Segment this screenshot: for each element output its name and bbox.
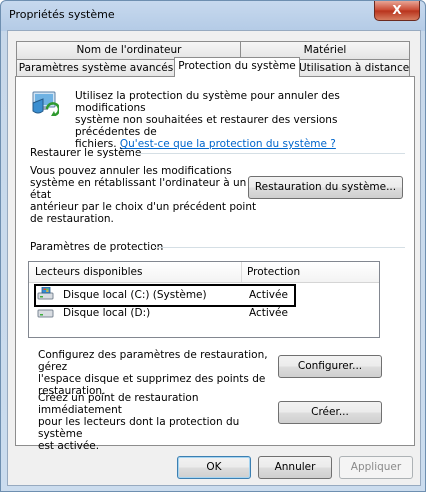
configure-line: Configurez des paramètres de restauratio… <box>38 349 268 373</box>
restore-line: de restauration. <box>30 213 114 225</box>
section-divider <box>155 247 405 248</box>
restore-line: antérieur par le choix d'un précédent po… <box>30 201 257 213</box>
restore-line: système en rétablissant l'ordinateur à u… <box>30 177 247 201</box>
ok-button[interactable]: OK <box>177 456 251 479</box>
create-line: est activée. <box>38 440 100 452</box>
tab-label: Protection du système <box>178 60 296 72</box>
tab-label: Paramètres système avancés <box>18 62 174 74</box>
hard-drive-icon <box>37 309 54 318</box>
tab-label: Utilisation à distance <box>299 62 410 74</box>
drive-row-d[interactable]: Disque local (D:) Activée <box>29 305 379 321</box>
restore-line: Vous pouvez annuler les modifications <box>30 165 232 177</box>
intro-line: Utilisez la protection du système pour a… <box>75 90 340 114</box>
system-properties-window: Propriétés système X Nom de l'ordinateur… <box>0 0 426 492</box>
window-title: Propriétés système <box>9 8 115 21</box>
system-restore-button[interactable]: Restauration du système... <box>248 176 403 199</box>
protection-section-title: Paramètres de protection <box>30 241 164 253</box>
tab-remote[interactable]: Utilisation à distance <box>298 59 410 77</box>
create-line: Créez un point de restauration immédiate… <box>38 392 199 416</box>
apply-button[interactable]: Appliquer <box>339 456 413 479</box>
drives-list-header: Lecteurs disponibles Protection <box>29 262 379 283</box>
create-description: Créez un point de restauration immédiate… <box>38 392 278 452</box>
column-header-protection[interactable]: Protection <box>247 266 300 278</box>
column-header-drives[interactable]: Lecteurs disponibles <box>35 266 142 278</box>
system-protection-shield-icon <box>32 91 59 117</box>
intro-text: Utilisez la protection du système pour a… <box>75 90 405 150</box>
selection-highlight-box <box>34 284 296 307</box>
column-separator <box>241 262 242 282</box>
restore-description: Vous pouvez annuler les modifications sy… <box>30 165 260 225</box>
section-divider <box>135 153 405 154</box>
tab-label: Matériel <box>303 44 347 56</box>
close-button[interactable]: X <box>374 1 420 21</box>
drive-protection-status: Activée <box>249 307 288 319</box>
cancel-button[interactable]: Annuler <box>258 456 332 479</box>
tab-system-protection[interactable]: Protection du système <box>174 57 300 77</box>
intro-line: système non souhaitées et restaurer des … <box>75 114 338 138</box>
tab-label: Nom de l'ordinateur <box>76 44 182 56</box>
create-line: pour les lecteurs dont la protection du … <box>38 416 240 440</box>
create-button[interactable]: Créer... <box>278 401 382 424</box>
configure-line: l'espace disque et supprimez des points … <box>38 373 266 385</box>
title-bar[interactable]: Propriétés système X <box>1 1 425 29</box>
configure-description: Configurez des paramètres de restauratio… <box>38 349 278 397</box>
restore-section-title: Restaurer le système <box>30 147 142 159</box>
configure-button[interactable]: Configurer... <box>278 355 382 378</box>
drive-name: Disque local (D:) <box>63 307 151 319</box>
tab-advanced-system-settings[interactable]: Paramètres système avancés <box>16 59 176 77</box>
help-link[interactable]: Qu'est-ce que la protection du système ? <box>120 138 336 150</box>
